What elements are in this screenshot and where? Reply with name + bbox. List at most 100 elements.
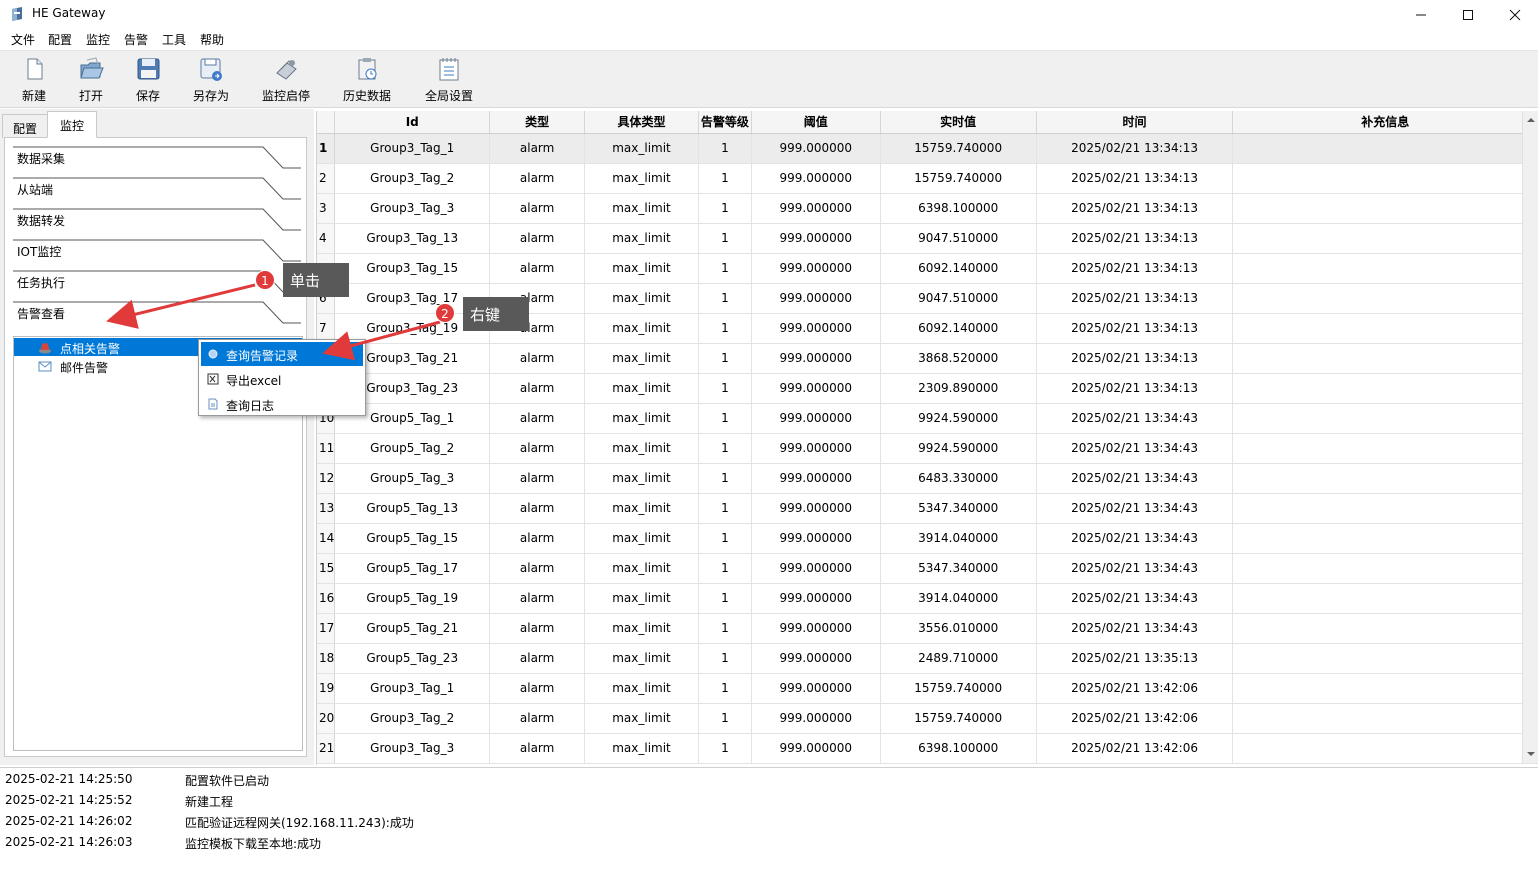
table-cell[interactable]: 2025/02/21 13:34:13 <box>1036 223 1234 254</box>
table-cell[interactable]: 6483.330000 <box>880 463 1037 494</box>
table-cell[interactable]: max_limit <box>584 223 699 254</box>
row-number[interactable]: 16 <box>317 583 336 614</box>
row-number[interactable]: 4 <box>317 223 336 254</box>
section-alarm-view[interactable]: 告警查看 <box>13 301 305 332</box>
table-cell[interactable] <box>1232 163 1538 194</box>
table-cell[interactable] <box>1232 253 1538 284</box>
table-cell[interactable]: max_limit <box>584 613 699 644</box>
column-header[interactable]: 具体类型 <box>584 111 699 134</box>
row-number[interactable]: 20 <box>317 703 336 734</box>
close-button[interactable] <box>1492 0 1538 29</box>
table-cell[interactable] <box>1232 433 1538 464</box>
table-cell[interactable]: 999.000000 <box>751 193 881 224</box>
table-cell[interactable] <box>1232 463 1538 494</box>
table-cell[interactable]: max_limit <box>584 583 699 614</box>
global-settings-button[interactable]: 全局设置 <box>422 55 476 107</box>
header-corner[interactable] <box>317 111 336 134</box>
table-cell[interactable]: 999.000000 <box>751 463 881 494</box>
table-cell[interactable]: Group3_Tag_13 <box>334 223 491 254</box>
table-cell[interactable]: max_limit <box>584 133 699 164</box>
table-cell[interactable]: 1 <box>698 133 752 164</box>
table-cell[interactable]: 15759.740000 <box>880 673 1037 704</box>
table-cell[interactable]: 1 <box>698 703 752 734</box>
table-cell[interactable] <box>1232 373 1538 404</box>
table-cell[interactable]: 2025/02/21 13:34:13 <box>1036 253 1234 284</box>
table-cell[interactable]: 999.000000 <box>751 283 881 314</box>
table-cell[interactable]: 999.000000 <box>751 373 881 404</box>
table-cell[interactable]: Group5_Tag_23 <box>334 643 491 674</box>
table-cell[interactable]: 999.000000 <box>751 433 881 464</box>
table-cell[interactable]: 2025/02/21 13:34:43 <box>1036 613 1234 644</box>
table-cell[interactable]: max_limit <box>584 373 699 404</box>
minimize-button[interactable] <box>1398 0 1444 29</box>
section-data-forward[interactable]: 数据转发 <box>13 208 305 239</box>
table-cell[interactable]: 1 <box>698 733 752 764</box>
table-cell[interactable]: 999.000000 <box>751 403 881 434</box>
table-cell[interactable]: alarm <box>489 253 586 284</box>
table-cell[interactable]: max_limit <box>584 553 699 584</box>
table-row[interactable]: 19 Group3_Tag_1 alarm max_limit 1 999.000000 1… <box>317 673 1538 704</box>
table-cell[interactable]: 3914.040000 <box>880 583 1037 614</box>
menu-alarm[interactable]: 告警 <box>124 31 148 48</box>
table-cell[interactable]: alarm <box>489 613 586 644</box>
table-cell[interactable]: 3868.520000 <box>880 343 1037 374</box>
table-cell[interactable]: 3556.010000 <box>880 613 1037 644</box>
table-row[interactable]: 14 Group5_Tag_15 alarm max_limit 1 999.000000… <box>317 523 1538 554</box>
ctx-export-excel[interactable]: 导出excel <box>201 367 363 391</box>
row-number[interactable]: 19 <box>317 673 336 704</box>
table-cell[interactable]: alarm <box>489 553 586 584</box>
table-cell[interactable]: 2025/02/21 13:34:43 <box>1036 493 1234 524</box>
table-cell[interactable]: Group5_Tag_19 <box>334 583 491 614</box>
table-row[interactable]: 11 Group5_Tag_2 alarm max_limit 1 999.000000 9… <box>317 433 1538 464</box>
table-cell[interactable]: 5347.340000 <box>880 493 1037 524</box>
table-cell[interactable]: alarm <box>489 643 586 674</box>
table-cell[interactable]: 6092.140000 <box>880 253 1037 284</box>
table-cell[interactable]: max_limit <box>584 313 699 344</box>
table-row[interactable]: 8Group3_Tag_21alarmmax_limit1999.0000003… <box>317 343 1538 374</box>
table-cell[interactable]: 5347.340000 <box>880 553 1037 584</box>
table-cell[interactable]: alarm <box>489 463 586 494</box>
table-cell[interactable]: 999.000000 <box>751 163 881 194</box>
table-cell[interactable] <box>1232 493 1538 524</box>
table-cell[interactable]: max_limit <box>584 643 699 674</box>
table-cell[interactable]: 2025/02/21 13:34:43 <box>1036 523 1234 554</box>
table-cell[interactable]: Group5_Tag_3 <box>334 463 491 494</box>
row-number[interactable]: 13 <box>317 493 336 524</box>
table-scrollbar[interactable] <box>1522 111 1538 763</box>
table-cell[interactable]: 9924.590000 <box>880 433 1037 464</box>
save-as-button[interactable]: 另存为 <box>190 55 232 107</box>
table-cell[interactable]: Group3_Tag_3 <box>334 733 491 764</box>
table-row[interactable]: 12 Group5_Tag_3 alarm max_limit 1 999.000000 6… <box>317 463 1538 494</box>
table-cell[interactable]: 1 <box>698 283 752 314</box>
table-cell[interactable]: Group5_Tag_17 <box>334 553 491 584</box>
monitor-toggle-button[interactable]: 监控启停 <box>258 55 314 107</box>
column-header[interactable]: 时间 <box>1036 111 1234 134</box>
table-cell[interactable]: Group5_Tag_2 <box>334 433 491 464</box>
table-cell[interactable]: alarm <box>489 403 586 434</box>
open-button[interactable]: 打开 <box>74 55 108 107</box>
table-cell[interactable]: max_limit <box>584 703 699 734</box>
menu-monitor[interactable]: 监控 <box>86 31 110 48</box>
table-cell[interactable]: max_limit <box>584 163 699 194</box>
row-number[interactable]: 3 <box>317 193 336 224</box>
row-number[interactable]: 11 <box>317 433 336 464</box>
table-cell[interactable]: alarm <box>489 733 586 764</box>
table-cell[interactable]: max_limit <box>584 193 699 224</box>
table-cell[interactable]: 1 <box>698 673 752 704</box>
table-cell[interactable]: Group3_Tag_3 <box>334 193 491 224</box>
table-cell[interactable]: Group3_Tag_2 <box>334 163 491 194</box>
table-cell[interactable]: 1 <box>698 313 752 344</box>
table-cell[interactable]: alarm <box>489 193 586 224</box>
table-cell[interactable]: 2025/02/21 13:34:13 <box>1036 163 1234 194</box>
table-cell[interactable]: alarm <box>489 433 586 464</box>
table-cell[interactable]: max_limit <box>584 283 699 314</box>
table-cell[interactable]: 2025/02/21 13:34:13 <box>1036 373 1234 404</box>
table-cell[interactable]: 6398.100000 <box>880 193 1037 224</box>
table-cell[interactable]: 15759.740000 <box>880 163 1037 194</box>
table-cell[interactable]: 999.000000 <box>751 703 881 734</box>
section-data-collection[interactable]: 数据采集 <box>13 146 305 177</box>
table-cell[interactable]: alarm <box>489 523 586 554</box>
table-cell[interactable]: 2025/02/21 13:34:43 <box>1036 403 1234 434</box>
column-header[interactable]: 类型 <box>489 111 586 134</box>
table-cell[interactable] <box>1232 223 1538 254</box>
